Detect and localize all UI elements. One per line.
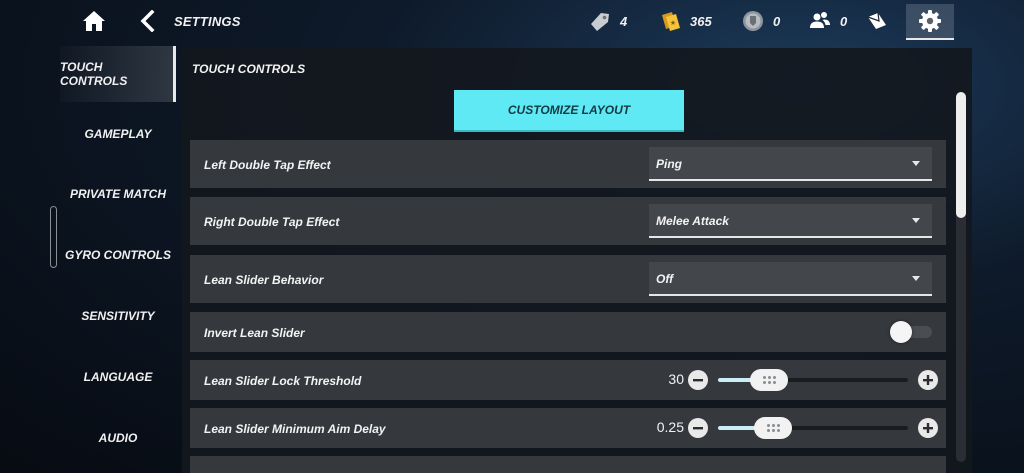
setting-label: Lean Slider Behavior	[204, 273, 324, 287]
customize-layout-button[interactable]: CUSTOMIZE LAYOUT	[454, 90, 684, 130]
sidebar-item-private-match[interactable]: PRIVATE MATCH	[60, 166, 176, 222]
lean-slider-behavior-dropdown[interactable]: Off	[649, 262, 932, 296]
setting-row-lean-slider-lock-threshold: Lean Slider Lock Threshold 30	[190, 360, 946, 400]
lock-threshold-slider[interactable]	[718, 369, 908, 391]
sidebar-item-touch-controls[interactable]: TOUCH CONTROLS	[60, 46, 176, 102]
top-bar: SETTINGS 4 ★ 365 0 0	[0, 0, 1024, 42]
increase-button[interactable]	[918, 418, 938, 438]
sidebar-item-audio[interactable]: AUDIO	[60, 410, 176, 466]
dropdown-value: Ping	[656, 157, 682, 171]
mail-button[interactable]	[866, 9, 888, 33]
setting-row-partial	[190, 456, 946, 473]
dropdown-value: Off	[656, 272, 674, 286]
friends-count: 0	[840, 13, 848, 29]
friends-icon	[810, 12, 830, 28]
sidebar-scrollbar[interactable]	[50, 206, 57, 268]
panel-scrollbar[interactable]	[956, 92, 966, 462]
setting-row-lean-slider-behavior: Lean Slider Behavior Off	[190, 255, 946, 303]
sidebar-item-gyro-controls[interactable]: GYRO CONTROLS	[60, 227, 176, 283]
settings-panel: TOUCH CONTROLS CUSTOMIZE LAYOUT Left Dou…	[182, 48, 972, 473]
home-button[interactable]	[82, 9, 106, 33]
setting-label: Right Double Tap Effect	[204, 215, 340, 229]
caret-down-icon	[912, 276, 920, 281]
currency-tags[interactable]: 4	[588, 9, 627, 33]
sidebar-item-gameplay[interactable]: GAMEPLAY	[60, 106, 176, 162]
toggle-knob	[890, 321, 912, 343]
tag-icon	[591, 13, 609, 31]
plus-icon	[923, 375, 933, 385]
increase-button[interactable]	[918, 370, 938, 390]
currency-gold-tickets[interactable]: ★ 365	[658, 9, 712, 33]
sidebar-nav: TOUCH CONTROLS GAMEPLAY PRIVATE MATCH GY…	[60, 44, 176, 473]
setting-row-right-double-tap: Right Double Tap Effect Melee Attack	[190, 197, 946, 245]
friends-button[interactable]: 0	[808, 9, 847, 33]
dropdown-value: Melee Attack	[656, 214, 729, 228]
slider-value: 0.25	[656, 419, 684, 435]
mail-icon	[867, 12, 886, 29]
tag-count: 4	[620, 13, 628, 29]
slider-value: 30	[668, 371, 684, 387]
section-title: TOUCH CONTROLS	[192, 62, 306, 76]
slider-thumb[interactable]	[754, 417, 792, 439]
sidebar-item-sensitivity[interactable]: SENSITIVITY	[60, 288, 176, 344]
medal-icon	[743, 11, 763, 31]
minus-icon	[693, 427, 703, 430]
setting-row-left-double-tap: Left Double Tap Effect Ping	[190, 140, 946, 188]
grip-icon	[762, 376, 776, 384]
settings-button[interactable]	[906, 4, 954, 40]
setting-label: Lean Slider Minimum Aim Delay	[204, 422, 386, 436]
left-double-tap-dropdown[interactable]: Ping	[649, 147, 932, 181]
gold-tickets-count: 365	[690, 13, 712, 29]
grip-icon	[766, 424, 780, 432]
sidebar-item-language[interactable]: LANGUAGE	[60, 349, 176, 405]
setting-row-lean-slider-min-aim-delay: Lean Slider Minimum Aim Delay 0.25	[190, 408, 946, 448]
caret-down-icon	[912, 218, 920, 223]
caret-down-icon	[912, 161, 920, 166]
decrease-button[interactable]	[688, 418, 708, 438]
setting-row-invert-lean-slider: Invert Lean Slider	[190, 312, 946, 352]
minus-icon	[693, 379, 703, 382]
slider-thumb[interactable]	[750, 369, 788, 391]
setting-label: Invert Lean Slider	[204, 326, 305, 340]
page-title: SETTINGS	[174, 14, 241, 29]
gear-icon	[919, 10, 941, 32]
back-button[interactable]	[138, 9, 158, 33]
right-double-tap-dropdown[interactable]: Melee Attack	[649, 204, 932, 238]
scrollbar-thumb[interactable]	[956, 92, 966, 218]
home-icon	[83, 11, 105, 31]
gold-tickets-icon: ★	[662, 12, 680, 31]
medal-count: 0	[773, 13, 781, 29]
currency-medal[interactable]: 0	[741, 9, 780, 33]
svg-text:★: ★	[670, 19, 676, 27]
plus-icon	[923, 423, 933, 433]
setting-label: Left Double Tap Effect	[204, 158, 331, 172]
decrease-button[interactable]	[688, 370, 708, 390]
min-aim-delay-slider[interactable]	[718, 417, 908, 439]
invert-lean-slider-toggle[interactable]	[890, 321, 932, 343]
chevron-left-icon	[140, 9, 155, 33]
setting-label: Lean Slider Lock Threshold	[204, 374, 362, 388]
